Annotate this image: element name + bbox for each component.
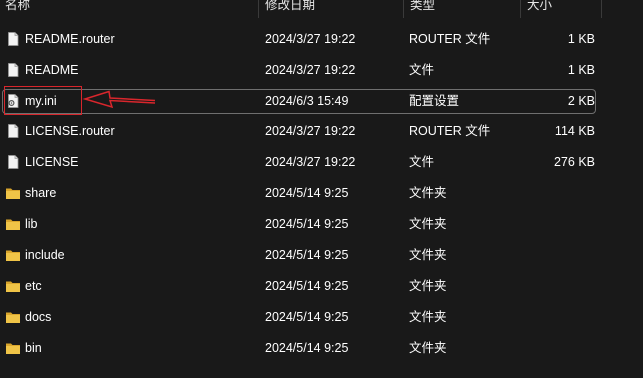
folder-row[interactable]: etc 2024/5/14 9:25 文件夹 xyxy=(0,272,600,300)
folder-type: 文件夹 xyxy=(409,248,447,262)
column-header-date[interactable]: 修改日期 xyxy=(265,0,400,18)
folder-type: 文件夹 xyxy=(409,217,447,231)
folder-name: docs xyxy=(25,310,52,324)
file-name: README xyxy=(25,63,79,77)
folder-icon xyxy=(6,343,20,354)
folder-date: 2024/5/14 9:25 xyxy=(265,279,349,293)
file-size: 114 KB xyxy=(554,124,595,138)
folder-name: lib xyxy=(25,217,38,231)
folder-icon xyxy=(6,312,20,323)
folder-row[interactable]: share 2024/5/14 9:25 文件夹 xyxy=(0,179,600,207)
file-icon xyxy=(8,63,19,77)
folder-row[interactable]: bin 2024/5/14 9:25 文件夹 xyxy=(0,334,600,362)
folder-name: share xyxy=(25,186,57,200)
folder-icon xyxy=(6,250,20,261)
file-row[interactable]: README 2024/3/27 19:22 文件 1 KB xyxy=(0,56,600,84)
annotation-arrow-icon xyxy=(82,90,156,109)
folder-row[interactable]: lib 2024/5/14 9:25 文件夹 xyxy=(0,210,600,238)
file-date: 2024/3/27 19:22 xyxy=(265,155,356,169)
file-row[interactable]: LICENSE.router 2024/3/27 19:22 ROUTER 文件… xyxy=(0,117,600,145)
folder-date: 2024/5/14 9:25 xyxy=(265,186,349,200)
file-type: ROUTER 文件 xyxy=(409,124,491,138)
annotation-highlight-box xyxy=(4,86,82,115)
folder-type: 文件夹 xyxy=(409,279,447,293)
folder-row[interactable]: include 2024/5/14 9:25 文件夹 xyxy=(0,241,600,269)
file-type: 文件 xyxy=(409,63,435,77)
folder-icon xyxy=(6,219,20,230)
file-icon xyxy=(8,155,19,169)
file-row[interactable]: LICENSE 2024/3/27 19:22 文件 276 KB xyxy=(0,148,600,176)
file-size: 2 KB xyxy=(567,94,595,108)
file-icon xyxy=(8,124,19,138)
folder-type: 文件夹 xyxy=(409,341,447,355)
folder-row[interactable]: docs 2024/5/14 9:25 文件夹 xyxy=(0,303,600,331)
folder-date: 2024/5/14 9:25 xyxy=(265,341,349,355)
file-icon xyxy=(8,32,19,46)
folder-icon xyxy=(6,188,20,199)
folder-name: include xyxy=(25,248,65,262)
file-name: README.router xyxy=(25,32,115,46)
file-size: 1 KB xyxy=(567,63,595,77)
file-size: 276 KB xyxy=(553,155,595,169)
file-name: LICENSE xyxy=(25,155,79,169)
folder-date: 2024/5/14 9:25 xyxy=(265,310,349,324)
folder-icon xyxy=(6,281,20,292)
column-header-size[interactable]: 大小 xyxy=(527,0,597,18)
file-row[interactable]: README.router 2024/3/27 19:22 ROUTER 文件 … xyxy=(0,25,600,53)
file-size: 1 KB xyxy=(567,32,595,46)
column-divider[interactable] xyxy=(258,0,259,18)
file-type: 配置设置 xyxy=(409,94,460,108)
column-divider[interactable] xyxy=(403,0,404,18)
folder-date: 2024/5/14 9:25 xyxy=(265,217,349,231)
file-type: ROUTER 文件 xyxy=(409,32,491,46)
folder-name: bin xyxy=(25,341,42,355)
folder-name: etc xyxy=(25,279,42,293)
column-divider[interactable] xyxy=(520,0,521,18)
file-date: 2024/3/27 19:22 xyxy=(265,63,356,77)
column-header-name[interactable]: 名称 xyxy=(5,0,255,18)
folder-type: 文件夹 xyxy=(409,186,447,200)
column-divider[interactable] xyxy=(601,0,602,18)
file-name: LICENSE.router xyxy=(25,124,115,138)
folder-date: 2024/5/14 9:25 xyxy=(265,248,349,262)
file-type: 文件 xyxy=(409,155,435,169)
folder-type: 文件夹 xyxy=(409,310,447,324)
file-date: 2024/6/3 15:49 xyxy=(265,94,349,108)
column-header-bar: 名称 修改日期 类型 大小 xyxy=(0,0,643,18)
file-date: 2024/3/27 19:22 xyxy=(265,124,356,138)
column-header-type[interactable]: 类型 xyxy=(410,0,515,18)
file-date: 2024/3/27 19:22 xyxy=(265,32,356,46)
